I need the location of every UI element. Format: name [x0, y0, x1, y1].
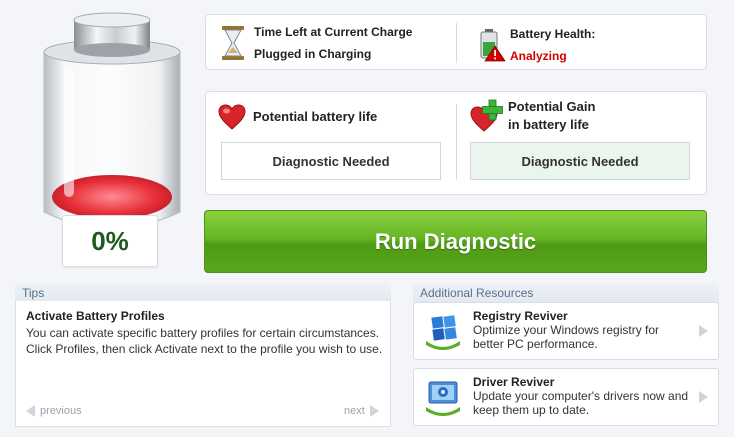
driver-reviver-desc: Update your computer's drivers now and k… — [473, 389, 689, 417]
battery-warning-icon — [480, 29, 506, 62]
battery-health-label: Battery Health: — [510, 27, 596, 41]
tips-header: Tips — [15, 283, 391, 303]
chevron-left-icon — [26, 405, 35, 417]
charge-percentage: 0% — [62, 215, 158, 267]
battery-info-panel: Time Left at Current Charge Plugged in C… — [205, 14, 707, 70]
potential-panel: Potential battery life Diagnostic Needed… — [205, 91, 707, 195]
driver-reviver-card[interactable]: Driver Reviver Update your computer's dr… — [413, 368, 719, 426]
tips-card: Activate Battery Profiles You can activa… — [15, 301, 391, 427]
registry-reviver-title: Registry Reviver — [473, 309, 568, 323]
resources-header: Additional Resources — [413, 283, 719, 303]
tip-title: Activate Battery Profiles — [26, 309, 165, 323]
tip-body: You can activate specific battery profil… — [26, 326, 383, 356]
registry-reviver-card[interactable]: Registry Reviver Optimize your Windows r… — [413, 302, 719, 360]
heart-icon — [218, 104, 246, 130]
charging-status: Plugged in Charging — [254, 47, 372, 61]
chevron-right-icon — [699, 325, 708, 337]
chevron-right-icon — [369, 405, 379, 417]
potential-gain-value: Diagnostic Needed — [470, 142, 690, 180]
registry-reviver-icon — [426, 315, 460, 350]
time-left-label: Time Left at Current Charge — [254, 25, 413, 39]
divider — [456, 104, 457, 180]
registry-reviver-desc: Optimize your Windows registry for bette… — [473, 323, 660, 351]
potential-life-value: Diagnostic Needed — [221, 142, 441, 180]
driver-reviver-icon — [426, 381, 460, 416]
time-left-group: Time Left at Current Charge Plugged in C… — [220, 21, 412, 65]
previous-tip-button[interactable]: previous — [26, 405, 82, 417]
chevron-right-icon — [699, 391, 708, 403]
potential-life-title: Potential battery life — [253, 109, 378, 124]
previous-label: previous — [40, 405, 82, 417]
hourglass-icon — [222, 26, 244, 60]
heart-plus-icon — [470, 99, 503, 132]
driver-reviver-title: Driver Reviver — [473, 375, 555, 389]
divider — [456, 23, 457, 63]
potential-gain-title-line2: in battery life — [508, 117, 589, 132]
run-diagnostic-button[interactable]: Run Diagnostic — [204, 210, 707, 273]
next-tip-button[interactable]: next — [344, 405, 379, 417]
battery-health-status: Analyzing — [510, 49, 567, 63]
potential-gain-title-line1: Potential Gain — [508, 99, 596, 114]
potential-life-header: Potential battery life — [218, 104, 377, 130]
potential-gain-header: Potential Gain in battery life — [470, 98, 595, 134]
next-label: next — [344, 405, 365, 417]
battery-health-group: Battery Health: Analyzing — [478, 23, 595, 67]
